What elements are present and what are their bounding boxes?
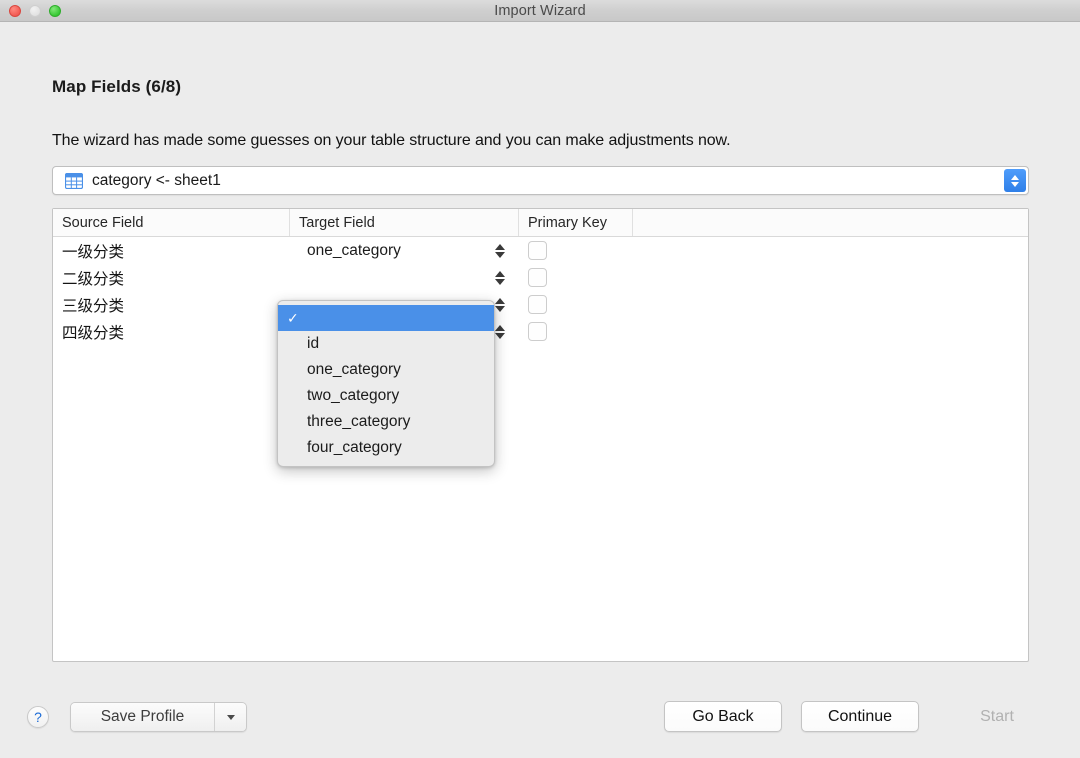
table-row[interactable]: 四级分类 [53, 318, 1028, 345]
menu-item-label: three_category [307, 413, 411, 430]
page-title: Map Fields (6/8) [52, 77, 182, 96]
save-profile-button[interactable]: Save Profile [71, 703, 215, 731]
column-header-target-field: Target Field [290, 209, 519, 236]
primary-key-checkbox[interactable] [528, 295, 547, 314]
primary-key-cell[interactable] [519, 241, 633, 260]
target-field-popup-button[interactable]: one_category [290, 237, 519, 264]
target-field-value: one_category [307, 241, 401, 259]
target-field-dropdown-menu[interactable]: ✓ id one_category two_category three_cat… [277, 300, 495, 467]
step-description: The wizard has made some guesses on your… [52, 132, 731, 149]
menu-item-label: one_category [307, 361, 401, 378]
continue-button[interactable]: Continue [801, 701, 919, 732]
target-table-value: category <- sheet1 [92, 171, 221, 189]
target-field-stepper-icon[interactable] [495, 270, 505, 285]
import-wizard-window: Import Wizard Map Fields (6/8) The wizar… [0, 0, 1080, 758]
help-button[interactable]: ? [27, 706, 49, 728]
menu-item-label: four_category [307, 439, 402, 456]
source-field-value: 四级分类 [62, 324, 125, 342]
menu-item-three-category[interactable]: three_category [278, 409, 494, 435]
minimize-window-icon[interactable] [29, 4, 41, 17]
table-row[interactable]: 二级分类 [53, 264, 1028, 291]
target-table-combobox[interactable]: category <- sheet1 [52, 166, 1029, 195]
table-row[interactable]: 一级分类 one_category [53, 237, 1028, 264]
save-profile-dropdown-arrow-icon[interactable] [215, 703, 246, 731]
checkmark-icon: ✓ [287, 310, 299, 326]
column-header-primary-key: Primary Key [519, 209, 633, 236]
target-field-stepper-icon[interactable] [495, 324, 505, 339]
primary-key-cell[interactable] [519, 322, 633, 341]
column-header-spacer [633, 209, 1028, 236]
table-grid-icon [65, 172, 83, 189]
maximize-window-icon[interactable] [49, 4, 61, 17]
menu-item-one-category[interactable]: one_category [278, 357, 494, 383]
wizard-footer: ? Save Profile Go Back Continue Start [0, 640, 1080, 758]
traffic-light-group [0, 4, 61, 17]
target-field-stepper-icon[interactable] [495, 243, 505, 258]
target-field-stepper-icon[interactable] [495, 297, 505, 312]
table-row[interactable]: 三级分类 [53, 291, 1028, 318]
menu-item-empty[interactable]: ✓ [278, 305, 494, 331]
menu-item-label: id [307, 335, 320, 352]
column-header-source-field: Source Field [53, 209, 290, 236]
menu-item-four-category[interactable]: four_category [278, 435, 494, 461]
window-titlebar: Import Wizard [0, 0, 1080, 22]
menu-item-id[interactable]: id [278, 331, 494, 357]
close-window-icon[interactable] [9, 4, 21, 17]
table-body: 一级分类 one_category 二级分类 三级分类 四级分类 ✓ id on… [53, 237, 1028, 467]
navigation-buttons: Go Back Continue Start [664, 701, 1056, 732]
window-title: Import Wizard [494, 2, 586, 19]
source-field-value: 一级分类 [62, 243, 125, 261]
start-button: Start [980, 707, 1014, 725]
primary-key-checkbox[interactable] [528, 241, 547, 260]
primary-key-cell[interactable] [519, 268, 633, 287]
table-select-stepper-icon[interactable] [1004, 169, 1026, 192]
table-header-row: Source Field Target Field Primary Key [53, 209, 1028, 237]
source-field-value: 二级分类 [62, 270, 125, 288]
field-mapping-table: Source Field Target Field Primary Key 一级… [52, 208, 1029, 662]
primary-key-cell[interactable] [519, 295, 633, 314]
primary-key-checkbox[interactable] [528, 322, 547, 341]
menu-item-two-category[interactable]: two_category [278, 383, 494, 409]
menu-item-label: two_category [307, 387, 400, 404]
target-field-popup-button[interactable] [290, 264, 519, 291]
primary-key-checkbox[interactable] [528, 268, 547, 287]
save-profile-split-button[interactable]: Save Profile [70, 702, 247, 732]
source-field-value: 三级分类 [62, 297, 125, 315]
go-back-button[interactable]: Go Back [664, 701, 782, 732]
wizard-content: Map Fields (6/8) The wizard has made som… [0, 22, 1080, 758]
